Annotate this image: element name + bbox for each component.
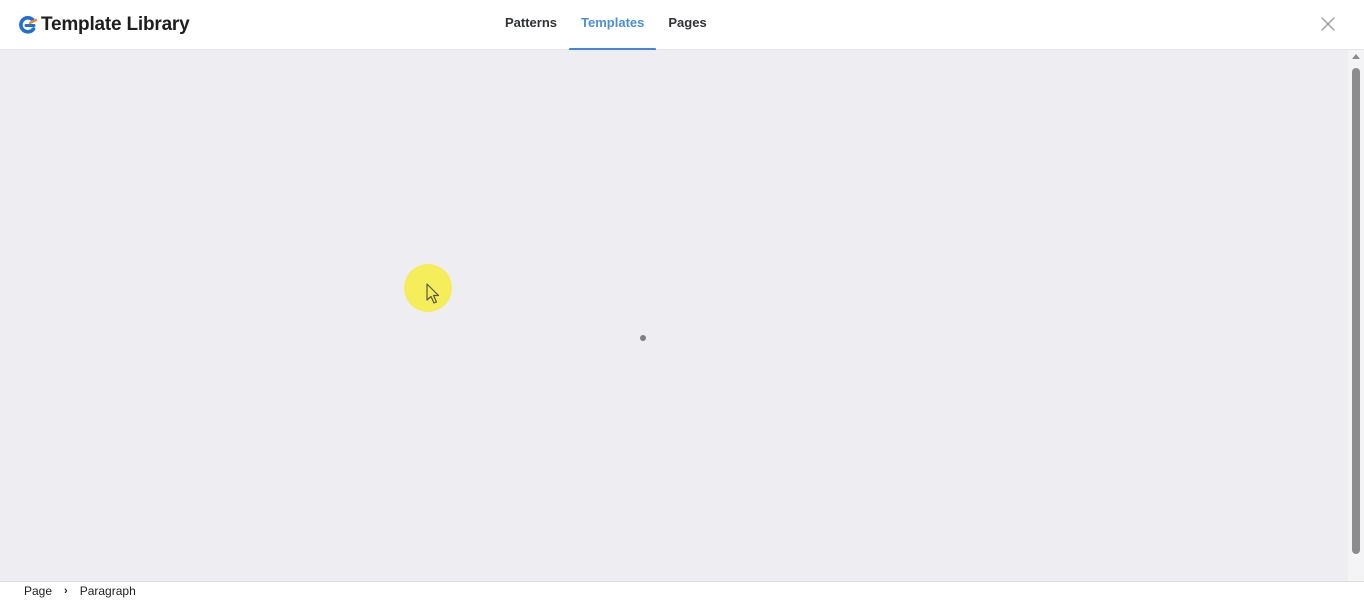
scrollbar[interactable]	[1348, 50, 1364, 581]
breadcrumb-item-page[interactable]: Page	[24, 584, 52, 598]
breadcrumb: Page › Paragraph	[0, 581, 1364, 600]
tab-templates[interactable]: Templates	[569, 0, 657, 51]
loading-spinner	[640, 335, 646, 341]
brand-title: Template Library	[41, 14, 190, 35]
tab-pages[interactable]: Pages	[656, 0, 718, 50]
template-library-modal: Template Library Patterns Templates Page…	[0, 0, 1364, 581]
breadcrumb-item-paragraph[interactable]: Paragraph	[80, 584, 136, 598]
scroll-up-arrow-icon[interactable]	[1352, 54, 1360, 59]
tab-bar: Patterns Templates Pages	[490, 0, 719, 51]
scrollbar-thumb[interactable]	[1352, 68, 1360, 554]
tab-patterns[interactable]: Patterns	[493, 0, 569, 50]
modal-header: Template Library Patterns Templates Page…	[0, 0, 1364, 51]
mouse-pointer-icon	[426, 283, 440, 304]
chevron-right-icon: ›	[64, 585, 68, 597]
brand: Template Library	[17, 12, 190, 38]
brand-logo-icon	[19, 16, 38, 34]
templates-content-area	[0, 50, 1348, 581]
close-icon[interactable]	[1318, 14, 1338, 34]
